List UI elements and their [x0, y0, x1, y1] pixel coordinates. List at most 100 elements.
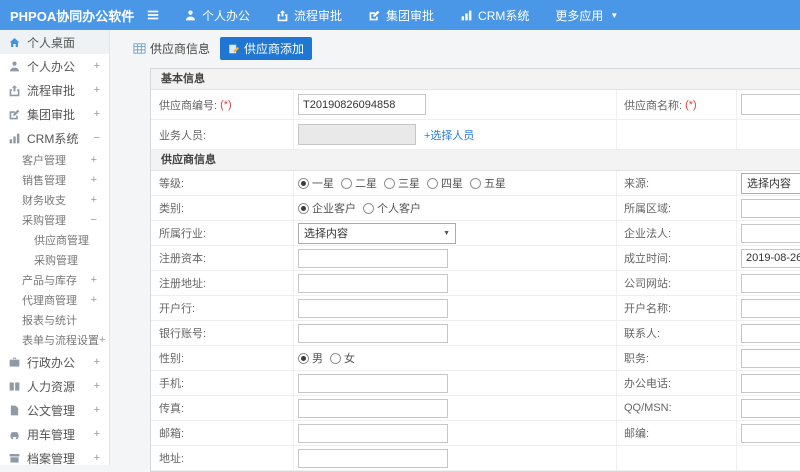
sidebar-item-admin-office[interactable]: 行政办公 + [0, 350, 109, 374]
fax-label: 传真: [159, 403, 185, 415]
main-content: 供应商信息 供应商添加 基本信息 供应商编号:(*) 供应商名称:(*) 业务人… [111, 30, 800, 472]
sidebar-item-label: 销售管理 [22, 175, 66, 187]
sidebar-item-vehicle-mgmt[interactable]: 用车管理 + [0, 422, 109, 446]
bar-chart-icon [8, 132, 21, 145]
nav-crm-system[interactable]: CRM系统 [460, 7, 529, 24]
bank-input[interactable] [298, 298, 448, 318]
sidebar-item-customer-mgmt[interactable]: 客户管理 + [0, 150, 109, 170]
supplier-name-input[interactable] [741, 94, 800, 115]
radio-dot [470, 177, 481, 189]
office-phone-label: 办公电话: [624, 378, 672, 390]
expand-sign: + [93, 452, 100, 464]
sidebar-item-form-flow-settings[interactable]: 表单与流程设置 + [0, 330, 109, 350]
nav-label: 集团审批 [386, 8, 435, 23]
sidebar-item-label: 用车管理 [27, 427, 76, 442]
registered-capital-input[interactable] [298, 248, 448, 268]
form-row: 手机: 办公电话: [151, 371, 800, 396]
founded-date-label: 成立时间: [624, 253, 672, 265]
sidebar-item-archive-mgmt[interactable]: 档案管理 + [0, 446, 109, 470]
website-input[interactable] [741, 273, 800, 293]
radio-level-1star[interactable]: 一星 [298, 175, 334, 191]
form-row: 性别: 男 女 职务: [151, 346, 800, 371]
hamburger-menu-icon[interactable] [146, 8, 160, 22]
account-name-label: 开户名称: [624, 303, 672, 315]
sidebar-item-label: 人力资源 [27, 379, 76, 394]
sidebar-item-purchasing[interactable]: 采购管理 [0, 250, 109, 270]
supplier-no-label: 供应商编号: [159, 99, 218, 112]
sidebar-item-process-approval[interactable]: 流程审批 + [0, 78, 109, 102]
contact-input[interactable] [741, 323, 800, 343]
home-icon [8, 36, 21, 49]
sidebar-item-label: 个人桌面 [27, 35, 76, 50]
legal-person-input[interactable] [741, 223, 800, 243]
registered-address-input[interactable] [298, 273, 448, 293]
sidebar-item-hr[interactable]: 人力资源 + [0, 374, 109, 398]
user-icon [184, 9, 197, 22]
radio-category-enterprise[interactable]: 企业客户 [298, 200, 356, 216]
address-label: 地址: [159, 453, 185, 465]
mobile-input[interactable] [298, 373, 448, 393]
radio-label: 一星 [312, 178, 334, 190]
sidebar-item-document-mgmt[interactable]: 公文管理 + [0, 398, 109, 422]
zip-input[interactable] [741, 423, 800, 443]
sidebar-item-label: 表单与流程设置 [22, 335, 99, 347]
qq-msn-input[interactable] [741, 398, 800, 418]
sidebar-item-reports[interactable]: 报表与统计 [0, 310, 109, 330]
select-value: 选择内容 [304, 228, 348, 240]
founded-date-input[interactable] [741, 248, 800, 268]
staff-input[interactable] [298, 124, 416, 145]
radio-dot [330, 352, 341, 364]
office-phone-input[interactable] [741, 373, 800, 393]
sidebar-item-crm-system[interactable]: CRM系统 − [0, 126, 109, 150]
bank-account-input[interactable] [298, 323, 448, 343]
radio-category-personal[interactable]: 个人客户 [363, 200, 421, 216]
archive-icon [8, 452, 21, 465]
sidebar-item-personal-office[interactable]: 个人办公 + [0, 54, 109, 78]
sidebar-item-group-approval[interactable]: 集团审批 + [0, 102, 109, 126]
industry-select[interactable]: 选择内容 ▼ [298, 222, 456, 244]
radio-gender-male[interactable]: 男 [298, 350, 323, 366]
sidebar-item-label: 公文管理 [27, 403, 76, 418]
position-input[interactable] [741, 348, 800, 368]
nav-personal-office[interactable]: 个人办公 [184, 7, 250, 24]
nav-process-approval[interactable]: 流程审批 [276, 7, 342, 24]
expand-sign: + [93, 380, 100, 392]
nav-group-approval[interactable]: 集团审批 [368, 7, 434, 24]
expand-sign: − [90, 214, 97, 226]
supplier-no-input[interactable] [298, 94, 426, 115]
sidebar-item-personal-desktop[interactable]: 个人桌面 [0, 30, 109, 54]
expand-sign: + [93, 84, 100, 96]
sidebar-item-purchase-mgmt[interactable]: 采购管理 − [0, 210, 109, 230]
top-bar: PHPOA协同办公软件 个人办公 流程审批 集团审批 CRM系统 更多应用 ▼ [0, 0, 800, 30]
sidebar-item-agent-mgmt[interactable]: 代理商管理 + [0, 290, 109, 310]
radio-level-2star[interactable]: 二星 [341, 175, 377, 191]
sidebar-item-label: 集团审批 [27, 107, 76, 122]
account-name-input[interactable] [741, 298, 800, 318]
sidebar-item-label: 档案管理 [27, 451, 76, 466]
tab-supplier-add[interactable]: 供应商添加 [220, 37, 313, 60]
radio-level-5star[interactable]: 五星 [470, 175, 506, 191]
tab-label: 供应商信息 [150, 42, 211, 56]
radio-level-3star[interactable]: 三星 [384, 175, 420, 191]
form-row: 注册地址: 公司网站: [151, 271, 800, 296]
source-select[interactable]: 选择内容▼ [741, 172, 800, 194]
email-input[interactable] [298, 423, 448, 443]
choose-staff-link[interactable]: +选择人员 [424, 127, 474, 143]
sidebar-item-sales-mgmt[interactable]: 销售管理 + [0, 170, 109, 190]
sidebar-item-supplier-mgmt[interactable]: 供应商管理 [0, 230, 109, 250]
form-row: 注册资本: 成立时间: [151, 246, 800, 271]
nav-more-apps[interactable]: 更多应用 ▼ [555, 7, 618, 24]
sidebar-item-finance[interactable]: 财务收支 + [0, 190, 109, 210]
fax-input[interactable] [298, 398, 448, 418]
nav-label: 个人办公 [202, 8, 251, 23]
radio-level-4star[interactable]: 四星 [427, 175, 463, 191]
sidebar-item-product-inventory[interactable]: 产品与库存 + [0, 270, 109, 290]
radio-gender-female[interactable]: 女 [330, 350, 355, 366]
region-input[interactable] [741, 198, 800, 218]
radio-label: 男 [312, 353, 323, 365]
tab-supplier-info[interactable]: 供应商信息 [133, 40, 210, 57]
radio-label: 三星 [398, 178, 420, 190]
edit-icon [368, 9, 381, 22]
form-row: 所属行业: 选择内容 ▼ 企业法人: [151, 221, 800, 246]
top-nav: 个人办公 流程审批 集团审批 CRM系统 更多应用 ▼ [184, 7, 618, 24]
